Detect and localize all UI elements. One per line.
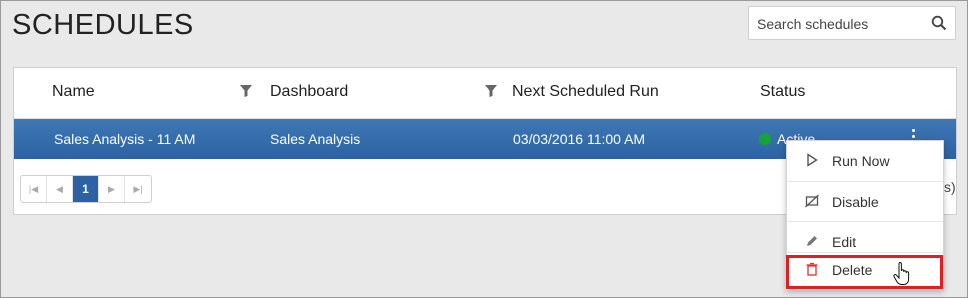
filter-icon[interactable]	[485, 85, 497, 97]
status-indicator-icon	[759, 133, 771, 145]
menu-item-disable[interactable]: Disable	[787, 182, 943, 222]
column-header-name[interactable]: Name	[52, 83, 95, 101]
page-title: SCHEDULES	[12, 9, 194, 41]
menu-item-run-now[interactable]: Run Now	[787, 141, 943, 181]
cell-dashboard: Sales Analysis	[270, 131, 361, 147]
search-icon[interactable]	[931, 15, 947, 31]
edit-icon	[807, 236, 817, 246]
search-box[interactable]	[748, 6, 956, 41]
search-input[interactable]	[755, 7, 929, 41]
column-header-status[interactable]: Status	[760, 83, 805, 101]
page-number-button[interactable]: 1	[73, 176, 99, 202]
pagination: |◀ ◀ 1 ▶ ▶|	[20, 175, 152, 203]
delete-highlight-box	[786, 255, 943, 289]
menu-item-label: Run Now	[832, 153, 890, 169]
previous-page-button[interactable]: ◀	[47, 176, 73, 202]
table-header: Name Dashboard Next Scheduled Run Status	[14, 68, 956, 119]
hand-cursor-icon	[893, 262, 910, 285]
first-page-button[interactable]: |◀	[21, 176, 47, 202]
column-header-dashboard[interactable]: Dashboard	[270, 83, 348, 101]
pager-info: s)	[944, 179, 956, 195]
disable-icon	[805, 194, 819, 208]
filter-icon[interactable]	[240, 85, 252, 97]
cell-next-run: 03/03/2016 11:00 AM	[513, 131, 646, 147]
next-page-button[interactable]: ▶	[99, 176, 125, 202]
play-icon	[807, 153, 818, 167]
menu-item-label: Edit	[832, 234, 857, 250]
column-header-next-run[interactable]: Next Scheduled Run	[512, 83, 659, 101]
menu-item-label: Disable	[832, 194, 879, 210]
last-page-button[interactable]: ▶|	[125, 176, 151, 202]
cell-name: Sales Analysis - 11 AM	[54, 131, 196, 147]
